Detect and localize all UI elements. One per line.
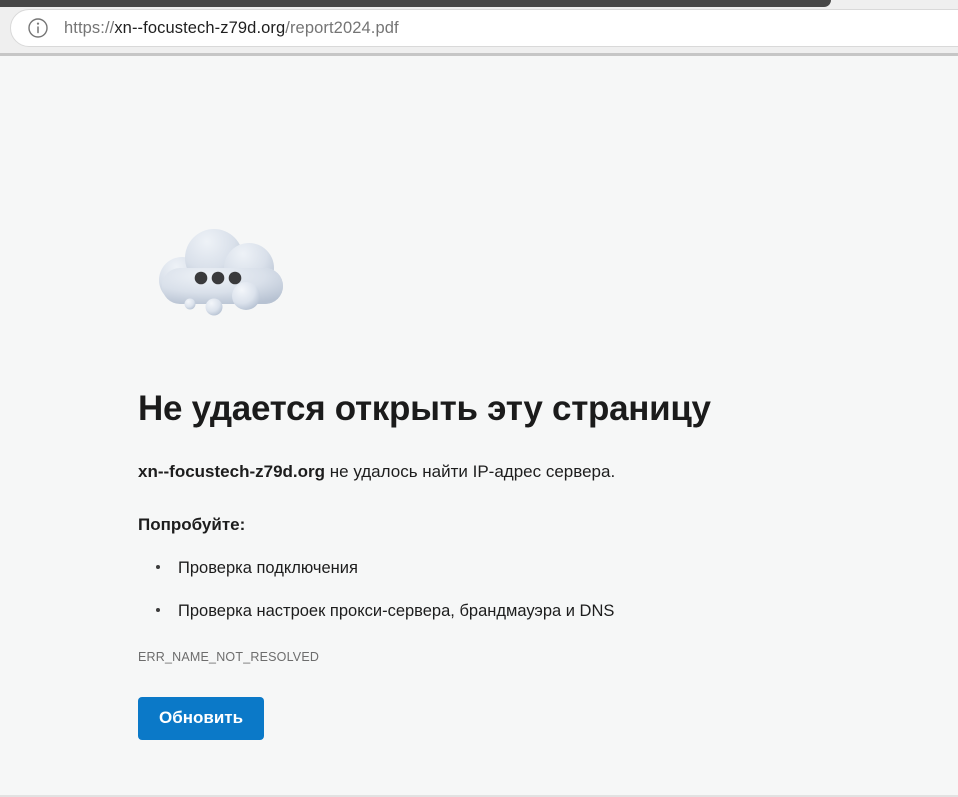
url-text: https://xn--focustech-z79d.org/report202… xyxy=(64,19,399,38)
error-subtitle-host: xn--focustech-z79d.org xyxy=(138,462,326,481)
refresh-button[interactable]: Обновить xyxy=(138,697,265,740)
suggestion-text: Проверка настроек прокси-сервера, брандм… xyxy=(178,602,615,620)
try-label: Попробуйте: xyxy=(138,515,246,534)
error-title: Не удается открыть эту страницу xyxy=(138,389,711,428)
url-path: /report2024.pdf xyxy=(285,18,399,37)
error-code: ERR_NAME_NOT_RESOLVED xyxy=(138,650,320,664)
url-scheme: https:// xyxy=(64,18,115,37)
suggestion-text: Проверка подключения xyxy=(178,559,358,577)
error-page: Не удается открыть эту страницу xn--focu… xyxy=(0,56,958,797)
address-bar[interactable]: https://xn--focustech-z79d.org/report202… xyxy=(10,9,958,47)
browser-toolbar: https://xn--focustech-z79d.org/report202… xyxy=(0,0,958,53)
bullet-icon xyxy=(156,565,160,569)
error-subtitle-text: не удалось найти IP-адрес сервера. xyxy=(325,462,616,481)
bullet-icon xyxy=(156,608,160,612)
suggestion-item: Проверка настроек прокси-сервера, брандм… xyxy=(138,602,958,621)
info-icon[interactable] xyxy=(28,18,48,38)
window-top-edge xyxy=(0,0,831,7)
suggestion-list: Проверка подключения Проверка настроек п… xyxy=(138,559,958,621)
cloud-error-illustration xyxy=(159,229,283,316)
suggestion-item: Проверка подключения xyxy=(138,559,958,578)
url-host: xn--focustech-z79d.org xyxy=(114,18,286,37)
error-subtitle: xn--focustech-z79d.org не удалось найти … xyxy=(138,462,958,482)
